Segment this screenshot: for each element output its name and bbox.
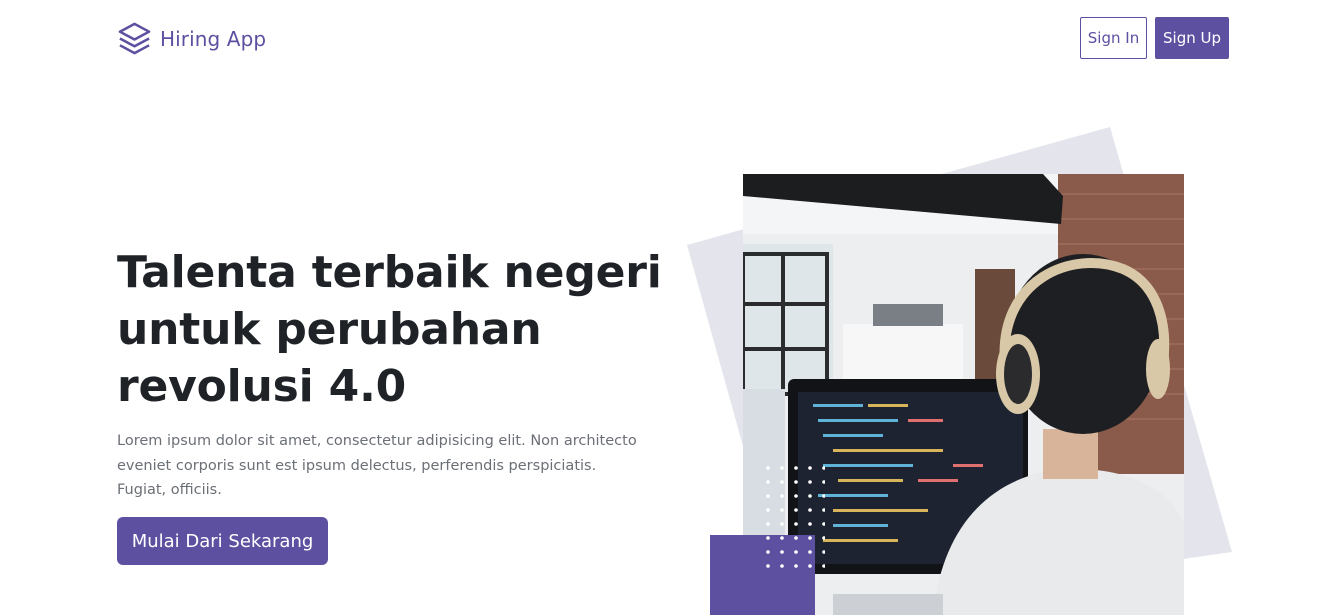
sign-in-button[interactable]: Sign In — [1080, 17, 1147, 59]
brand-logo-link[interactable]: Hiring App — [117, 21, 266, 56]
hero-illustration — [680, 120, 1240, 615]
get-started-button[interactable]: Mulai Dari Sekarang — [117, 517, 328, 565]
layers-icon — [118, 22, 151, 55]
navbar: Hiring App Sign In Sign Up — [0, 0, 1341, 78]
brand-name: Hiring App — [160, 26, 267, 51]
dots-pattern — [766, 466, 825, 568]
hero-description: Lorem ipsum dolor sit amet, consectetur … — [117, 433, 637, 498]
hero-title: Talenta terbaik negeri untuk perubahan r… — [117, 247, 662, 412]
sign-up-button[interactable]: Sign Up — [1155, 17, 1229, 59]
